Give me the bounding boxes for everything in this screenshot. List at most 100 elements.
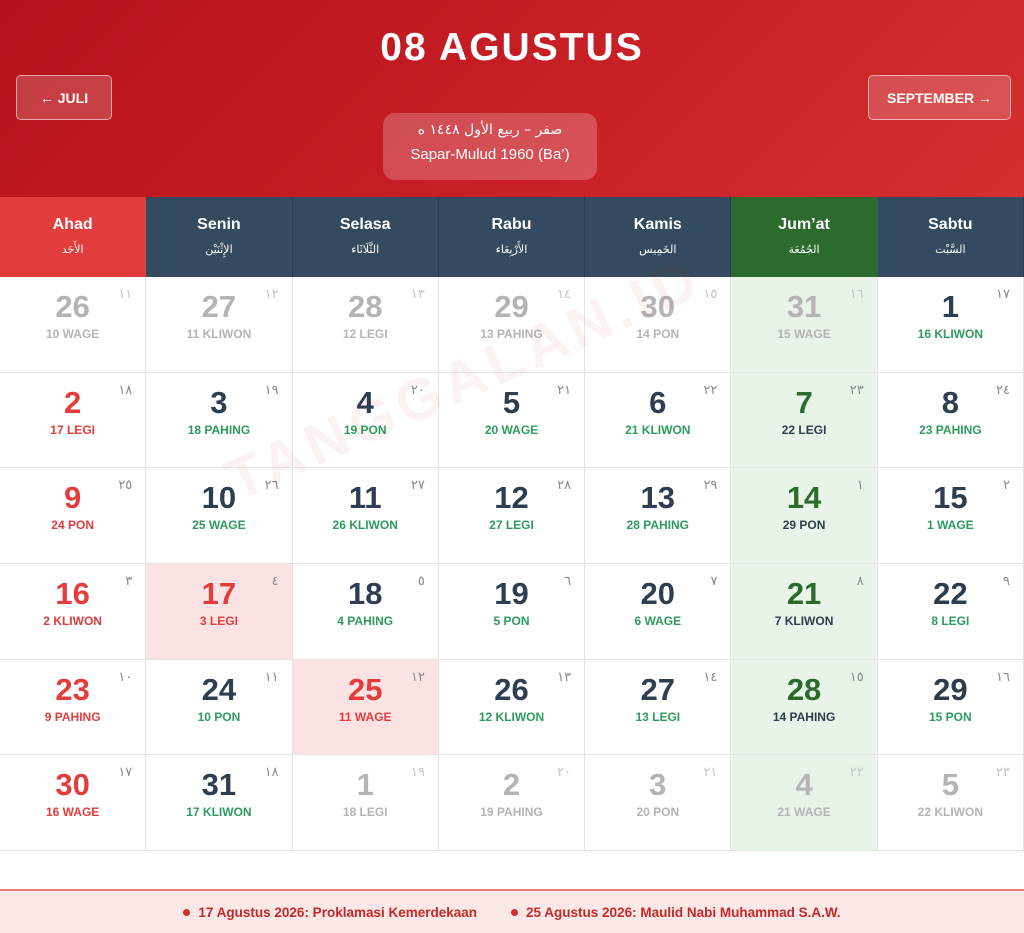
day-cell[interactable]: 17 3 LEGI ٤ <box>146 564 293 660</box>
hijri-day-number: ٢٠ <box>557 765 572 781</box>
day-cell[interactable]: 7 22 LEGI ٢٣ <box>731 372 878 469</box>
day-number: 14 <box>786 480 822 516</box>
day-cell[interactable]: 12 27 LEGI ٢٨ <box>438 468 586 565</box>
pasaran-label: 19 PON <box>343 422 387 437</box>
pasaran-label: 20 PON <box>636 805 680 820</box>
day-cell[interactable]: 26 10 WAGE ١١ <box>0 277 147 373</box>
next-month-button[interactable]: SEPTEMBER → <box>868 75 1011 120</box>
day-cell[interactable]: 3 20 PON ٢١ <box>585 755 732 852</box>
prev-month-button[interactable]: ← JULI <box>16 75 112 120</box>
hijri-day-number: ١٨ <box>264 765 279 781</box>
pasaran-label: 16 KLIWON <box>917 327 984 341</box>
day-cell[interactable]: 9 24 PON ٢٥ <box>0 468 147 565</box>
day-cell[interactable]: 27 13 LEGI ١٤ <box>585 659 732 756</box>
hijri-day-number: ٢٧ <box>410 478 425 494</box>
day-cell[interactable]: 5 20 WAGE ٢١ <box>438 372 586 469</box>
day-cell[interactable]: 24 10 PON ١١ <box>146 659 293 756</box>
day-cell[interactable]: 31 15 WAGE ١٦ <box>731 277 878 373</box>
hijri-day-number: ٢ <box>1003 478 1010 494</box>
day-cell[interactable]: 2 19 PAHING ٢٠ <box>438 755 586 852</box>
day-cell[interactable]: 30 14 PON ١٥ <box>585 277 732 373</box>
pasaran-label: 10 WAGE <box>45 327 100 341</box>
weekday-header-rabu: Rabu الأَرْبِعَاء <box>438 197 586 277</box>
pasaran-label: 18 PAHING <box>187 422 251 437</box>
day-cell[interactable]: 15 1 WAGE ٢ <box>877 468 1024 565</box>
hijri-day-number: ١ <box>856 478 864 494</box>
day-number: 18 <box>347 576 383 612</box>
weekday-label: Ahad <box>52 216 93 233</box>
bullet-dot-icon <box>511 908 519 916</box>
hijri-day-number: ٢١ <box>557 382 572 398</box>
day-cell[interactable]: 26 12 KLIWON ١٣ <box>438 659 586 756</box>
pasaran-label: 15 WAGE <box>777 327 831 341</box>
weekday-arabic-label: الخَمِيس <box>639 243 677 256</box>
hijri-day-number: ٧ <box>710 574 718 590</box>
day-cell[interactable]: 6 21 KLIWON ٢٢ <box>585 372 732 469</box>
day-cell[interactable]: 3 18 PAHING ١٩ <box>146 372 293 469</box>
day-cell[interactable]: 23 9 PAHING ١٠ <box>0 659 147 756</box>
holiday-text: 25 Agustus 2026: Maulid Nabi Muhammad S.… <box>526 904 841 920</box>
hijri-day-number: ٩ <box>1003 574 1010 590</box>
day-cell[interactable]: 1 18 LEGI ١٩ <box>292 755 439 852</box>
day-cell[interactable]: 10 25 WAGE ٢٦ <box>146 468 293 565</box>
day-cell[interactable]: 1 16 KLIWON ١٧ <box>877 277 1024 373</box>
day-cell[interactable]: 19 5 PON ٦ <box>438 564 586 660</box>
day-cell[interactable]: 27 11 KLIWON ١٢ <box>146 277 293 373</box>
hijri-day-number: ٣ <box>125 574 133 590</box>
hijri-day-number: ٥ <box>417 574 425 590</box>
day-cell[interactable]: 30 16 WAGE ١٧ <box>0 755 147 852</box>
day-cell[interactable]: 4 19 PON ٢٠ <box>292 372 439 469</box>
day-cell[interactable]: 28 12 LEGI ١٣ <box>292 277 439 373</box>
day-cell[interactable]: 29 13 PAHING ١٤ <box>438 277 586 373</box>
hijri-day-number: ١٢ <box>264 287 279 302</box>
hijri-month-badge: صفر – ربيع الأول ١٤٤٨ ه Sapar-Mulud 1960… <box>383 113 597 180</box>
pasaran-label: 21 WAGE <box>777 805 831 820</box>
day-cell[interactable]: 20 6 WAGE ٧ <box>585 564 732 660</box>
weekday-label: Kamis <box>633 216 682 233</box>
weekday-header-senin: Senin الإِثْنَيْن <box>146 197 293 277</box>
day-number: 16 <box>55 576 90 612</box>
day-number: 15 <box>933 480 968 516</box>
day-number: 22 <box>933 576 968 612</box>
day-cell[interactable]: 4 21 WAGE ٢٢ <box>731 755 878 852</box>
day-number: 17 <box>201 576 237 612</box>
pasaran-label: 10 PON <box>197 709 241 724</box>
weekday-header-sabtu: Sabtu السَّبْت <box>877 197 1024 277</box>
hijri-day-number: ٢٠ <box>410 382 425 398</box>
pasaran-label: 8 LEGI <box>931 614 970 629</box>
day-cell[interactable]: 29 15 PON ١٦ <box>877 659 1024 756</box>
pasaran-label: 6 WAGE <box>634 614 682 629</box>
day-cell[interactable]: 14 29 PON ١ <box>731 468 878 565</box>
pasaran-label: 1 WAGE <box>927 518 974 533</box>
hijri-day-number: ١٣ <box>410 287 425 302</box>
day-cell[interactable]: 13 28 PAHING ٢٩ <box>585 468 732 565</box>
hijri-day-number: ١٩ <box>410 765 425 781</box>
holiday-item: 25 Agustus 2026: Maulid Nabi Muhammad S.… <box>511 905 841 920</box>
hijri-day-number: ٢٣ <box>849 382 864 398</box>
day-cell[interactable]: 22 8 LEGI ٩ <box>877 564 1024 660</box>
day-cell[interactable]: 5 22 KLIWON ٢٣ <box>877 755 1024 852</box>
pasaran-label: 11 WAGE <box>338 709 392 724</box>
pasaran-label: 9 PAHING <box>44 709 101 724</box>
day-cell[interactable]: 31 17 KLIWON ١٨ <box>146 755 293 852</box>
day-number: 19 <box>494 576 529 612</box>
day-cell[interactable]: 8 23 PAHING ٢٤ <box>877 372 1024 469</box>
day-cell[interactable]: 25 11 WAGE ١٢ <box>292 659 439 756</box>
pasaran-label: 17 LEGI <box>50 422 95 437</box>
day-cell[interactable]: 16 2 KLIWON ٣ <box>0 564 147 660</box>
day-cell[interactable]: 2 17 LEGI ١٨ <box>0 372 147 469</box>
day-cell[interactable]: 21 7 KLIWON ٨ <box>731 564 878 660</box>
hijri-day-number: ١٦ <box>849 287 864 302</box>
day-cell[interactable]: 28 14 PAHING ١٥ <box>731 659 878 756</box>
day-cell[interactable]: 11 26 KLIWON ٢٧ <box>292 468 439 565</box>
pasaran-label: 3 LEGI <box>199 614 238 629</box>
hijri-month-arabic: صفر – ربيع الأول ١٤٤٨ ه <box>417 122 563 138</box>
hijri-day-number: ١٩ <box>264 382 279 398</box>
hijri-day-number: ١١ <box>118 287 133 302</box>
calendar-header: 08 AGUSTUS ← JULI SEPTEMBER → صفر – ربيع… <box>0 0 1024 197</box>
weekday-label: Selasa <box>339 216 391 233</box>
pasaran-label: 28 PAHING <box>626 518 690 533</box>
hijri-day-number: ١٥ <box>849 669 864 685</box>
day-cell[interactable]: 18 4 PAHING ٥ <box>292 564 439 660</box>
hijri-day-number: ٢١ <box>703 765 718 781</box>
